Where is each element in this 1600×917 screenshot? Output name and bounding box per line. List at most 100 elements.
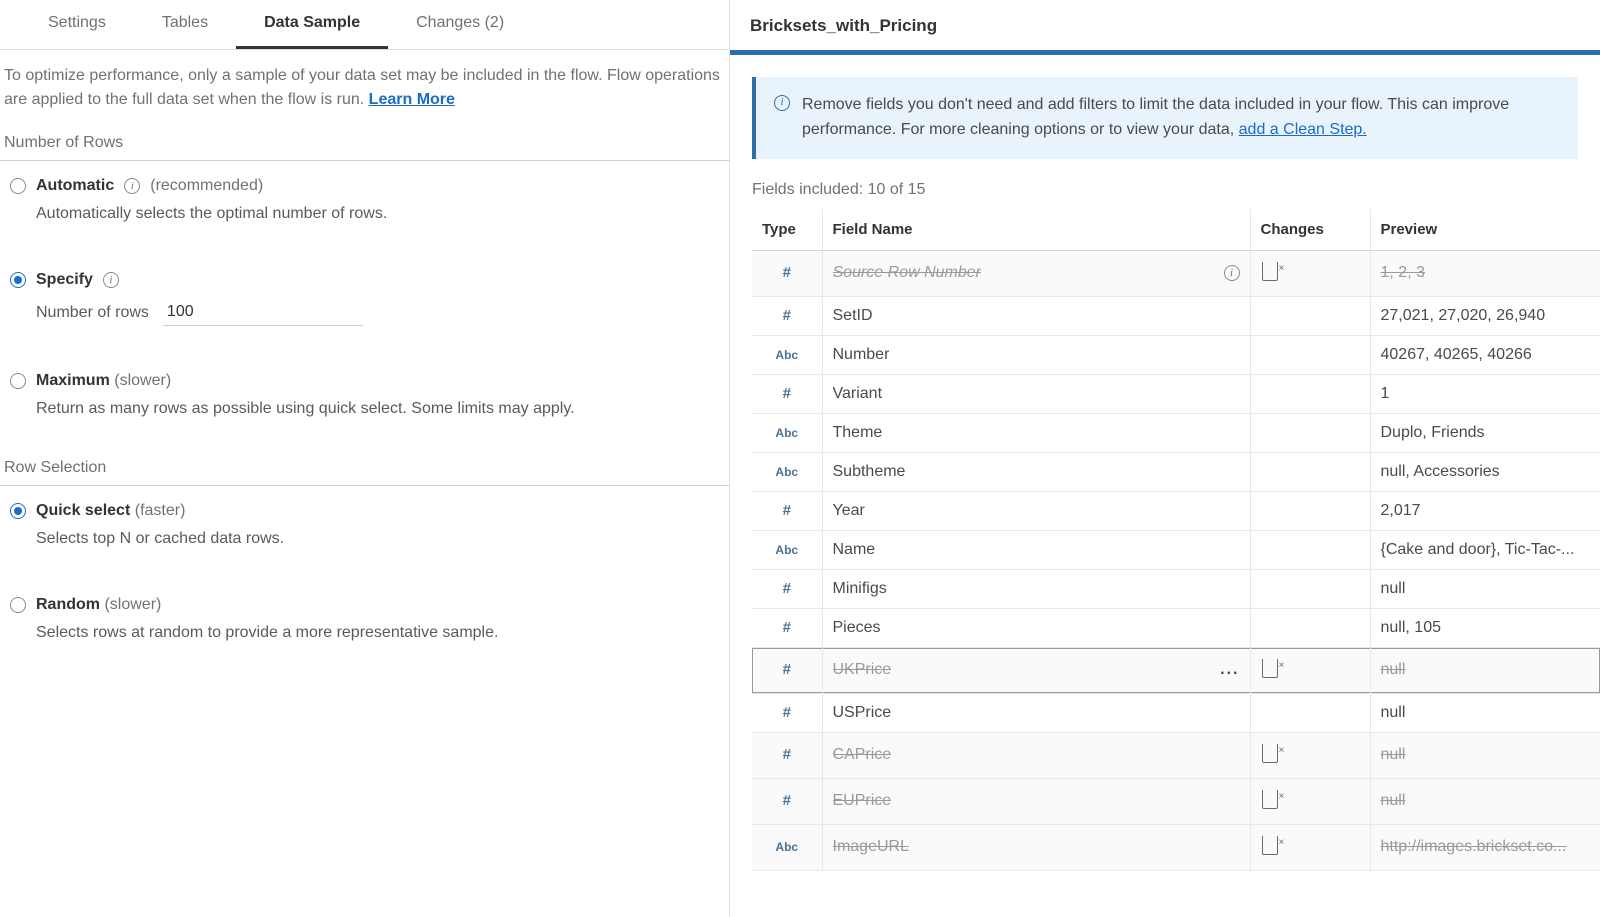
field-row[interactable]: #Piecesnull, 105 [752, 608, 1600, 647]
learn-more-link[interactable]: Learn More [369, 91, 455, 108]
hint-box: i Remove fields you don't need and add f… [752, 77, 1578, 159]
field-preview: null [1370, 569, 1600, 608]
col-changes[interactable]: Changes [1250, 209, 1370, 251]
field-name: SetID [833, 307, 873, 325]
field-name: UKPrice [833, 661, 892, 679]
hint-text: Remove fields you don't need and add fil… [802, 96, 1509, 138]
option-maximum[interactable]: Maximum (slower) Return as many rows as … [0, 356, 729, 436]
fields-table: Type Field Name Changes Preview # Source … [752, 209, 1600, 871]
more-options-icon[interactable]: ... [1220, 661, 1239, 679]
add-clean-step-link[interactable]: add a Clean Step. [1239, 121, 1367, 138]
col-type[interactable]: Type [752, 209, 822, 251]
remove-field-icon[interactable]: × [1261, 789, 1279, 814]
tab-changes-2-[interactable]: Changes (2) [388, 0, 532, 49]
option-quick-select[interactable]: Quick select (faster) Selects top N or c… [0, 486, 729, 566]
tabs: SettingsTablesData SampleChanges (2) [0, 0, 729, 50]
rows-label: Number of rows [36, 304, 149, 322]
source-title: Bricksets_with_Pricing [730, 0, 1600, 50]
field-preview: 1, 2, 3 [1370, 250, 1600, 296]
tab-settings[interactable]: Settings [20, 0, 134, 49]
string-type-icon: Abc [775, 465, 798, 479]
section-number-of-rows: Number of Rows [0, 112, 729, 161]
radio-icon [10, 503, 26, 519]
number-type-icon: # [783, 661, 791, 678]
field-preview: null, 105 [1370, 608, 1600, 647]
field-name: CAPrice [833, 746, 892, 764]
remove-field-icon[interactable]: × [1261, 261, 1279, 286]
field-row[interactable]: Abc ImageURL × http://images.brickset.co... [752, 824, 1600, 870]
number-type-icon: # [783, 580, 791, 597]
info-text-body: To optimize performance, only a sample o… [4, 67, 720, 108]
field-row[interactable]: Abc Subtheme null, Accessories [752, 452, 1600, 491]
remove-field-icon[interactable]: × [1261, 835, 1279, 860]
tab-tables[interactable]: Tables [134, 0, 236, 49]
option-random[interactable]: Random (slower) Selects rows at random t… [0, 580, 729, 660]
field-name: Number [833, 346, 890, 364]
field-name: EUPrice [833, 792, 892, 810]
number-type-icon: # [783, 264, 791, 281]
number-type-icon: # [783, 307, 791, 324]
info-icon: i [774, 95, 790, 111]
remove-field-icon[interactable]: × [1261, 743, 1279, 768]
field-name: Minifigs [833, 580, 887, 598]
right-panel: Bricksets_with_Pricing i Remove fields y… [730, 0, 1600, 917]
field-name: Year [833, 502, 865, 520]
field-preview: 40267, 40265, 40266 [1370, 335, 1600, 374]
accent-bar [730, 50, 1600, 55]
field-preview: http://images.brickset.co... [1370, 824, 1600, 870]
info-icon[interactable]: i [1224, 265, 1240, 281]
field-row[interactable]: Abc Name {Cake and door}, Tic-Tac-... [752, 530, 1600, 569]
field-row[interactable]: # SetID 27,021, 27,020, 26,940 [752, 296, 1600, 335]
field-row[interactable]: # Year 2,017 [752, 491, 1600, 530]
field-name: Source Row Number [833, 264, 982, 282]
field-preview: null [1370, 693, 1600, 732]
field-preview: 27,021, 27,020, 26,940 [1370, 296, 1600, 335]
number-type-icon: # [783, 502, 791, 519]
field-preview: {Cake and door}, Tic-Tac-... [1370, 530, 1600, 569]
field-row[interactable]: # CAPrice × null [752, 732, 1600, 778]
number-type-icon: # [783, 746, 791, 763]
field-row[interactable]: # Source Row Number i × 1, 2, 3 [752, 250, 1600, 296]
radio-icon [10, 272, 26, 288]
field-name: Variant [833, 385, 883, 403]
option-automatic[interactable]: Automatic i (recommended) Automatically … [0, 161, 729, 241]
string-type-icon: Abc [775, 348, 798, 362]
info-icon[interactable]: i [103, 272, 119, 288]
field-row[interactable]: Abc Theme Duplo, Friends [752, 413, 1600, 452]
field-preview: null [1370, 732, 1600, 778]
field-name: ImageURL [833, 838, 909, 856]
number-type-icon: # [783, 619, 791, 636]
col-name[interactable]: Field Name [822, 209, 1250, 251]
field-row[interactable]: Abc Number 40267, 40265, 40266 [752, 335, 1600, 374]
field-row[interactable]: # UKPrice... × null [752, 647, 1600, 693]
field-row[interactable]: #EUPrice×null [752, 778, 1600, 824]
field-preview: null [1370, 647, 1600, 693]
left-panel: SettingsTablesData SampleChanges (2) To … [0, 0, 730, 917]
rows-input[interactable] [163, 299, 363, 326]
field-name: Subtheme [833, 463, 906, 481]
number-type-icon: # [783, 704, 791, 721]
tab-data-sample[interactable]: Data Sample [236, 0, 388, 49]
field-row[interactable]: # Minifigs null [752, 569, 1600, 608]
field-name: USPrice [833, 704, 892, 722]
info-icon[interactable]: i [124, 178, 140, 194]
number-type-icon: # [783, 385, 791, 402]
fields-included: Fields included: 10 of 15 [730, 159, 1600, 209]
string-type-icon: Abc [775, 840, 798, 854]
field-preview: null, Accessories [1370, 452, 1600, 491]
field-row[interactable]: #Variant1 [752, 374, 1600, 413]
radio-icon [10, 178, 26, 194]
field-preview: null [1370, 778, 1600, 824]
field-name: Theme [833, 424, 883, 442]
radio-icon [10, 597, 26, 613]
field-preview: 2,017 [1370, 491, 1600, 530]
string-type-icon: Abc [775, 543, 798, 557]
field-row[interactable]: # USPrice null [752, 693, 1600, 732]
radio-icon [10, 373, 26, 389]
field-preview: Duplo, Friends [1370, 413, 1600, 452]
col-preview[interactable]: Preview [1370, 209, 1600, 251]
remove-field-icon[interactable]: × [1261, 658, 1279, 683]
field-name: Name [833, 541, 876, 559]
string-type-icon: Abc [775, 426, 798, 440]
option-specify[interactable]: Specify i Number of rows [0, 255, 729, 342]
